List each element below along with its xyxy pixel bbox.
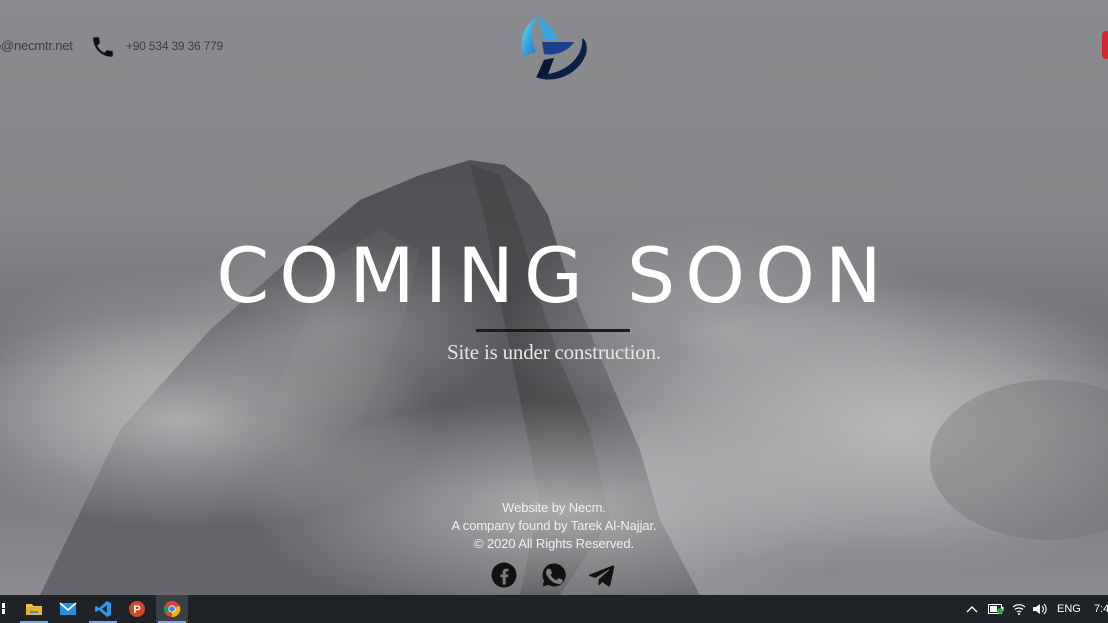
whatsapp-icon[interactable] — [540, 561, 568, 589]
footer-credit: Website by Necm. — [502, 500, 606, 515]
language-indicator[interactable]: ENG — [1057, 595, 1081, 623]
facebook-icon[interactable] — [490, 561, 518, 589]
wifi-icon[interactable] — [1012, 595, 1026, 623]
footer-copyright: © 2020 All Rights Reserved. — [473, 536, 635, 551]
phone-icon — [93, 37, 113, 57]
menu-button[interactable] — [1102, 31, 1108, 59]
svg-text:P: P — [133, 604, 140, 616]
battery-icon[interactable] — [988, 595, 1004, 623]
taskbar: P ENG 7:4 — [0, 595, 1108, 623]
start-button-icon[interactable] — [0, 603, 8, 615]
chevron-up-icon[interactable] — [966, 595, 978, 623]
hero-subtitle: Site is under construction. — [447, 340, 661, 364]
mail-icon[interactable] — [52, 595, 84, 623]
title-divider — [476, 329, 630, 332]
hero-title: COMING SOON — [216, 231, 892, 320]
footer-company: A company found by Tarek Al-Najjar. — [451, 518, 657, 533]
system-tray: ENG 7:4 — [958, 595, 1108, 623]
clock[interactable]: 7:4 — [1094, 595, 1108, 623]
telegram-icon[interactable] — [588, 561, 616, 589]
page: o@necmtr.net +90 534 39 36 779 COMING SO… — [0, 0, 1108, 623]
file-explorer-icon[interactable] — [18, 595, 50, 623]
volume-icon[interactable] — [1032, 595, 1048, 623]
necm-logo[interactable] — [514, 12, 592, 86]
vscode-icon[interactable] — [87, 595, 119, 623]
chrome-icon[interactable] — [156, 595, 188, 623]
powerpoint-icon[interactable]: P — [121, 595, 153, 623]
contact-email[interactable]: o@necmtr.net — [0, 38, 73, 53]
contact-phone[interactable]: +90 534 39 36 779 — [126, 39, 223, 53]
